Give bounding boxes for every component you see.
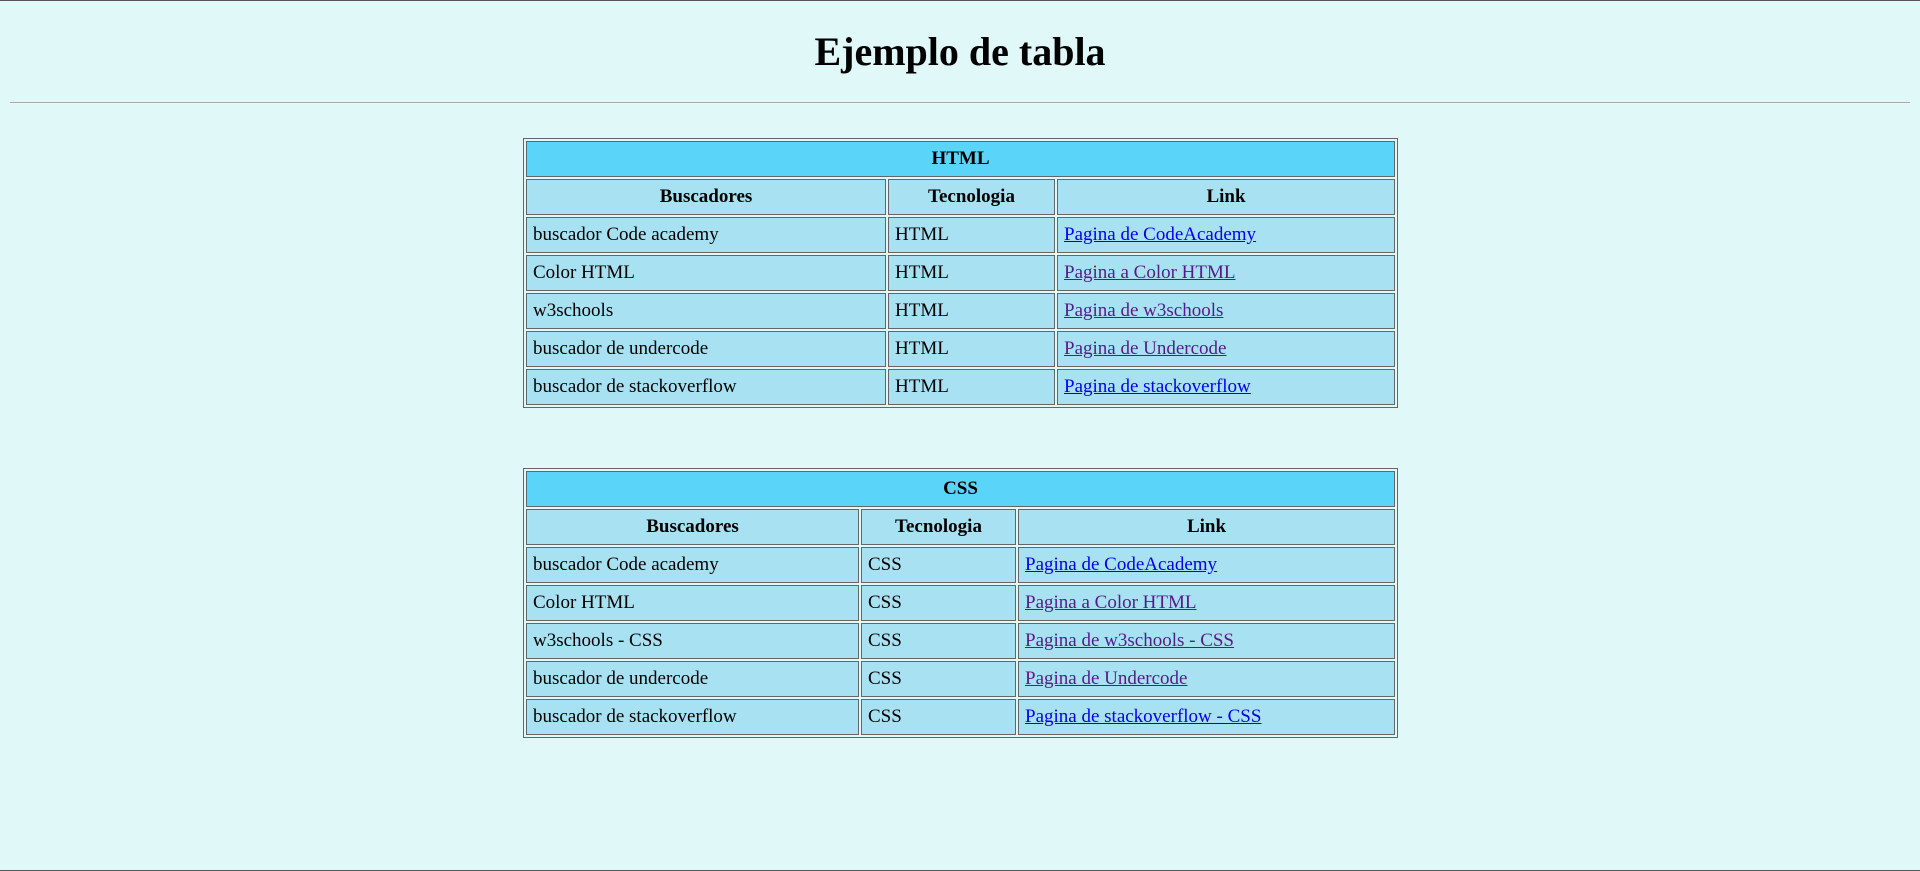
table-header-row: Buscadores Tecnologia Link (526, 509, 1395, 545)
cell-link: Pagina de Undercode (1057, 331, 1395, 367)
cell-buscador: buscador de stackoverflow (526, 369, 886, 405)
cell-tecnologia: CSS (861, 623, 1016, 659)
cell-tecnologia: HTML (888, 217, 1055, 253)
table-row: buscador de stackoverflow HTML Pagina de… (526, 369, 1395, 405)
table-caption: CSS (526, 471, 1395, 507)
cell-link: Pagina a Color HTML (1057, 255, 1395, 291)
cell-link: Pagina de CodeAcademy (1057, 217, 1395, 253)
table-row: buscador de undercode HTML Pagina de Und… (526, 331, 1395, 367)
link-stackoverflow[interactable]: Pagina de stackoverflow (1064, 376, 1251, 397)
cell-tecnologia: CSS (861, 699, 1016, 735)
column-header-buscadores: Buscadores (526, 509, 859, 545)
cell-link: Pagina de stackoverflow - CSS (1018, 699, 1395, 735)
table-row: Color HTML HTML Pagina a Color HTML (526, 255, 1395, 291)
table-row: buscador Code academy HTML Pagina de Cod… (526, 217, 1395, 253)
cell-tecnologia: HTML (888, 369, 1055, 405)
table-caption: HTML (526, 141, 1395, 177)
cell-buscador: Color HTML (526, 585, 859, 621)
cell-link: Pagina a Color HTML (1018, 585, 1395, 621)
divider (10, 102, 1910, 104)
link-undercode[interactable]: Pagina de Undercode (1064, 338, 1227, 359)
table-header-row: Buscadores Tecnologia Link (526, 179, 1395, 215)
column-header-link: Link (1057, 179, 1395, 215)
link-codeacademy[interactable]: Pagina de CodeAcademy (1025, 554, 1217, 575)
table-row: w3schools HTML Pagina de w3schools (526, 293, 1395, 329)
cell-buscador: buscador de undercode (526, 331, 886, 367)
cell-buscador: buscador de undercode (526, 661, 859, 697)
cell-link: Pagina de w3schools - CSS (1018, 623, 1395, 659)
column-header-buscadores: Buscadores (526, 179, 886, 215)
cell-tecnologia: HTML (888, 293, 1055, 329)
column-header-tecnologia: Tecnologia (861, 509, 1016, 545)
html-table: HTML Buscadores Tecnologia Link buscador… (523, 138, 1398, 408)
table-caption-row: HTML (526, 141, 1395, 177)
link-undercode[interactable]: Pagina de Undercode (1025, 668, 1188, 689)
cell-link: Pagina de w3schools (1057, 293, 1395, 329)
cell-tecnologia: HTML (888, 331, 1055, 367)
column-header-tecnologia: Tecnologia (888, 179, 1055, 215)
cell-link: Pagina de stackoverflow (1057, 369, 1395, 405)
cell-tecnologia: CSS (861, 547, 1016, 583)
page-title: Ejemplo de tabla (814, 29, 1106, 74)
cell-buscador: w3schools (526, 293, 886, 329)
cell-link: Pagina de Undercode (1018, 661, 1395, 697)
cell-buscador: buscador de stackoverflow (526, 699, 859, 735)
link-stackoverflow-css[interactable]: Pagina de stackoverflow - CSS (1025, 706, 1261, 727)
cell-tecnologia: HTML (888, 255, 1055, 291)
table-row: buscador Code academy CSS Pagina de Code… (526, 547, 1395, 583)
link-w3schools-css[interactable]: Pagina de w3schools - CSS (1025, 630, 1234, 651)
link-color-html[interactable]: Pagina a Color HTML (1064, 262, 1236, 283)
cell-buscador: buscador Code academy (526, 547, 859, 583)
table-row: buscador de undercode CSS Pagina de Unde… (526, 661, 1395, 697)
link-color-html[interactable]: Pagina a Color HTML (1025, 592, 1197, 613)
cell-tecnologia: CSS (861, 585, 1016, 621)
cell-tecnologia: CSS (861, 661, 1016, 697)
cell-buscador: Color HTML (526, 255, 886, 291)
cell-link: Pagina de CodeAcademy (1018, 547, 1395, 583)
table-row: buscador de stackoverflow CSS Pagina de … (526, 699, 1395, 735)
table-caption-row: CSS (526, 471, 1395, 507)
column-header-link: Link (1018, 509, 1395, 545)
cell-buscador: buscador Code academy (526, 217, 886, 253)
table-row: w3schools - CSS CSS Pagina de w3schools … (526, 623, 1395, 659)
link-w3schools[interactable]: Pagina de w3schools (1064, 300, 1223, 321)
table-row: Color HTML CSS Pagina a Color HTML (526, 585, 1395, 621)
cell-buscador: w3schools - CSS (526, 623, 859, 659)
css-table: CSS Buscadores Tecnologia Link buscador … (523, 468, 1398, 738)
link-codeacademy[interactable]: Pagina de CodeAcademy (1064, 224, 1256, 245)
